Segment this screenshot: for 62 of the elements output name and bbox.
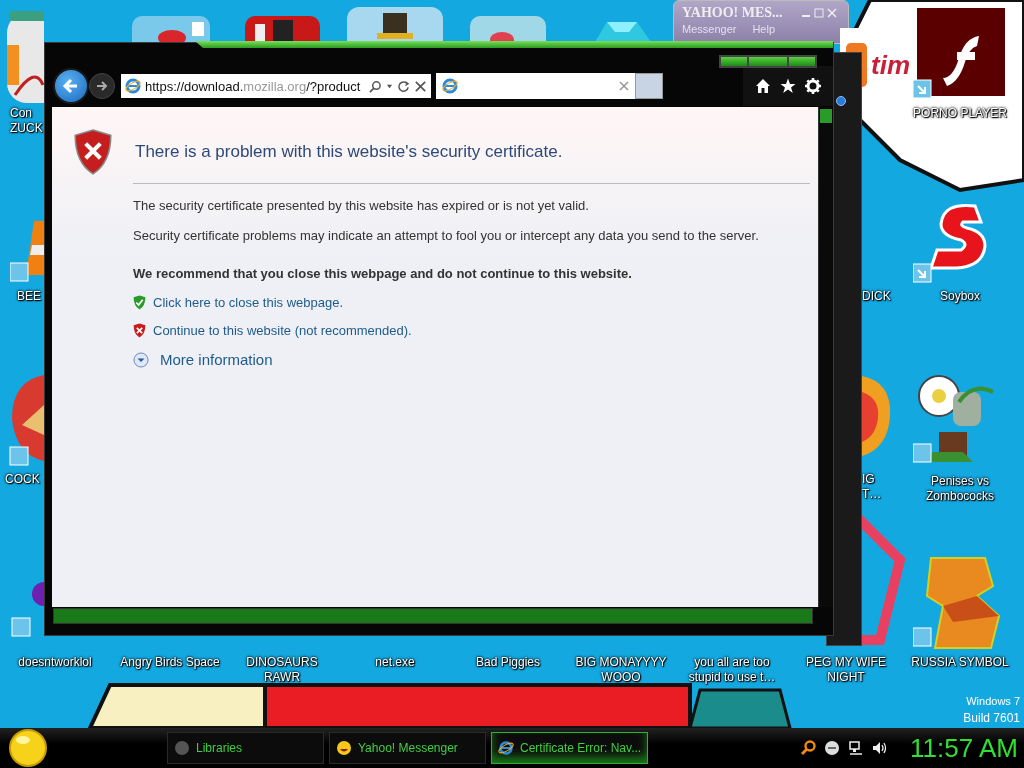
icon-label[interactable]: doesntworklol <box>10 655 100 670</box>
icon-label[interactable]: DINOSAURS RAWR <box>237 655 327 685</box>
more-information-link[interactable]: More information <box>160 351 273 368</box>
arrow-right-icon <box>95 79 109 93</box>
icon-label[interactable]: IG T… <box>862 472 882 502</box>
paragraph: Security certificate problems may indicate an attempt to fool you or intercept any data you send to the server. <box>133 227 760 245</box>
icon-label[interactable]: DICK <box>862 289 891 304</box>
icon-label[interactable]: RUSSIA SYMBOL <box>904 655 1016 670</box>
version-text: Build 7601 <box>963 710 1020 727</box>
icon-label[interactable]: BEE <box>17 289 41 304</box>
status-icon[interactable] <box>824 740 841 756</box>
shield-error-icon <box>133 323 146 338</box>
app-icon[interactable] <box>913 8 1005 100</box>
start-button[interactable] <box>8 728 48 768</box>
icon-label[interactable]: Angry Birds Space <box>114 655 226 670</box>
browser-icon <box>442 78 458 94</box>
icon-label[interactable]: BIG MONAYYYY WOOO <box>569 655 673 685</box>
taskbar-button[interactable]: Yahoo! Messenger <box>329 732 486 764</box>
app-name: tim <box>871 49 910 81</box>
back-button[interactable] <box>53 68 89 104</box>
icon-label[interactable]: Soybox <box>910 289 1010 304</box>
clock[interactable]: 11:57 AM <box>910 732 1018 764</box>
icon-label[interactable]: Penises vs Zombococks <box>914 474 1006 504</box>
taskbar-button[interactable]: Libraries <box>167 732 324 764</box>
refresh-icon[interactable] <box>397 79 410 93</box>
expand-icon[interactable] <box>133 351 149 368</box>
settings-icon[interactable] <box>805 78 821 94</box>
link[interactable]: Click here to close this webpage. <box>153 295 344 310</box>
link[interactable]: Continue to this website (not recommended). <box>153 323 412 338</box>
version-text: Windows 7 <box>966 694 1020 709</box>
browser-tab[interactable] <box>436 73 635 99</box>
shield-error-icon <box>74 129 112 175</box>
recommendation-text: We recommend that you close this webpage and do not continue to this website. <box>133 265 633 283</box>
page-heading: There is a problem with this website's security certificate. <box>135 142 563 162</box>
taskbar-button[interactable]: Certificate Error: Nav... <box>491 732 648 764</box>
app-icon[interactable] <box>245 16 320 42</box>
icon-label[interactable]: PORNO PLAYER <box>905 106 1015 121</box>
icon-label[interactable]: you all are too stupid to use t… <box>682 655 782 685</box>
address-field[interactable]: https://download.mozilla.org/?product <box>121 74 431 98</box>
paragraph: The security certificate presented by this website has expired or is not yet valid. <box>133 197 590 215</box>
window-title: YAHOO! MES... <box>682 5 783 21</box>
app-icon[interactable] <box>347 7 443 42</box>
volume-icon[interactable] <box>872 740 889 756</box>
icon-label[interactable]: Bad Piggies <box>463 655 553 670</box>
shield-check-icon <box>133 295 146 310</box>
star-icon[interactable] <box>780 78 796 94</box>
icon-label[interactable]: Con ZUCK <box>10 106 43 136</box>
icon-label[interactable]: COCK <box>5 472 40 487</box>
browser-icon <box>125 78 141 94</box>
horizontal-scrollbar[interactable] <box>53 608 813 624</box>
close-icon[interactable] <box>414 79 427 93</box>
smiley-icon <box>336 740 352 756</box>
browser-icon <box>498 740 514 756</box>
circle-icon <box>174 740 190 756</box>
icon-label[interactable]: PEG MY WIFE NIGHT <box>798 655 894 685</box>
vertical-scrollbar[interactable] <box>818 107 833 607</box>
menu-item[interactable]: Help <box>752 23 776 35</box>
menu-item[interactable]: Messenger <box>682 23 737 35</box>
forward-button[interactable] <box>89 73 115 99</box>
network-icon[interactable] <box>848 740 865 756</box>
icon-label[interactable]: net.exe <box>350 655 440 670</box>
home-icon[interactable] <box>755 78 771 94</box>
